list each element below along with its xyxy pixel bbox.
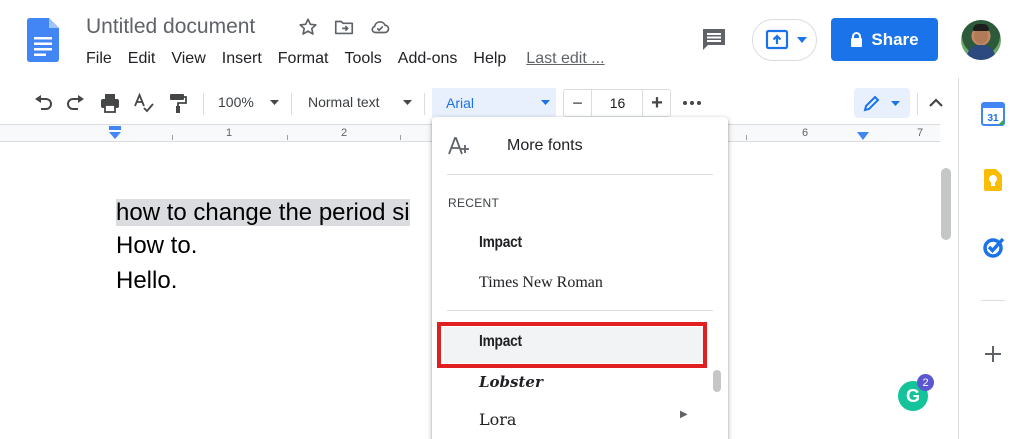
header: Untitled document File Edit View Insert … [0, 0, 1024, 78]
last-edit-link[interactable]: Last edit ... [526, 50, 604, 68]
paint-format-icon[interactable] [167, 92, 189, 114]
font-lora[interactable]: Lora [479, 410, 516, 429]
menu-view[interactable]: View [171, 50, 205, 68]
pencil-icon [863, 95, 880, 112]
menu-file[interactable]: File [86, 50, 112, 68]
ruler-mark: 2 [341, 127, 348, 139]
grammarly-logo: G [905, 385, 920, 406]
menu-divider [447, 174, 713, 175]
document-line[interactable]: How to. [116, 232, 197, 260]
indent-marker-icon[interactable] [108, 126, 122, 142]
document-title[interactable]: Untitled document [86, 15, 255, 39]
spellcheck-icon[interactable] [133, 92, 155, 114]
font-select-value: Arial [446, 95, 475, 111]
cloud-saved-icon[interactable] [369, 16, 391, 38]
share-label: Share [871, 29, 919, 49]
zoom-select[interactable]: 100% [218, 94, 254, 110]
more-fonts-icon [448, 137, 469, 155]
ruler-mark: 6 [802, 127, 809, 139]
recent-font-impact[interactable]: Impact [479, 234, 522, 252]
menu-divider [447, 310, 713, 311]
grammarly-badge: 2 [917, 374, 934, 391]
font-chevron-icon [541, 100, 550, 105]
undo-icon[interactable] [32, 92, 54, 114]
style-chevron-icon[interactable] [403, 100, 412, 105]
menu-help[interactable]: Help [473, 50, 506, 68]
zoom-chevron-icon[interactable] [270, 100, 279, 105]
collapse-icon[interactable] [925, 92, 947, 114]
toolbar-divider [291, 93, 292, 115]
font-menu-scrollbar[interactable] [713, 370, 721, 392]
menu-insert[interactable]: Insert [222, 50, 262, 68]
present-icon [765, 29, 789, 50]
font-size-increase-button[interactable]: + [642, 90, 671, 116]
font-size-stepper: − 16 + [563, 89, 671, 117]
font-size-decrease-button[interactable]: − [564, 90, 592, 116]
toolbar-divider [917, 93, 918, 115]
recent-font-times-new-roman[interactable]: Times New Roman [479, 274, 603, 292]
menu-format[interactable]: Format [278, 50, 329, 68]
docs-logo-icon[interactable] [27, 18, 59, 62]
document-line[interactable]: Hello. [116, 267, 177, 295]
style-select[interactable]: Normal text [308, 94, 380, 110]
side-panel: 31 [958, 78, 1024, 439]
right-indent-marker-icon[interactable] [856, 131, 870, 141]
document-scrollbar[interactable] [941, 168, 951, 240]
lock-icon [851, 32, 863, 47]
keep-icon[interactable] [981, 168, 1005, 192]
menu-addons[interactable]: Add-ons [398, 50, 458, 68]
chevron-down-icon [891, 101, 900, 106]
comments-icon[interactable] [700, 26, 728, 52]
ruler-mark: 1 [226, 127, 233, 139]
selected-text[interactable]: how to change the period si [116, 199, 410, 226]
editing-mode-button[interactable] [854, 88, 910, 118]
present-button[interactable] [752, 19, 817, 61]
more-fonts-item[interactable]: More fonts [507, 137, 583, 155]
font-lobster[interactable]: Lobster [479, 373, 543, 391]
recent-heading: RECENT [448, 196, 500, 210]
toolbar-divider [203, 93, 204, 115]
side-panel-divider [981, 300, 1005, 301]
toolbar-divider [424, 93, 425, 115]
menu-edit[interactable]: Edit [128, 50, 156, 68]
chevron-down-icon [797, 37, 807, 43]
font-size-input[interactable]: 16 [593, 90, 642, 116]
menu-tools[interactable]: Tools [344, 50, 381, 68]
submenu-arrow-icon: ▶ [680, 409, 688, 420]
toolbar: 100% Normal text Arial − 16 + [0, 84, 958, 120]
calendar-day: 31 [987, 113, 999, 124]
avatar[interactable] [961, 20, 1001, 60]
font-select[interactable]: Arial [432, 88, 556, 118]
share-button[interactable]: Share [831, 18, 938, 61]
font-menu: More fonts RECENT Impact Times New Roman… [432, 117, 728, 439]
print-icon[interactable] [99, 92, 121, 114]
more-icon[interactable] [681, 92, 703, 114]
document-line[interactable]: how to change the period si [116, 199, 410, 227]
add-icon[interactable] [981, 342, 1005, 366]
tasks-icon[interactable] [981, 235, 1005, 259]
redo-icon[interactable] [65, 92, 87, 114]
move-to-folder-icon[interactable] [333, 16, 355, 38]
star-icon[interactable] [297, 16, 319, 38]
calendar-icon[interactable]: 31 [981, 102, 1005, 126]
ruler-mark: 7 [917, 127, 924, 139]
menu-bar: File Edit View Insert Format Tools Add-o… [86, 50, 621, 68]
highlight-annotation-box [437, 322, 707, 368]
